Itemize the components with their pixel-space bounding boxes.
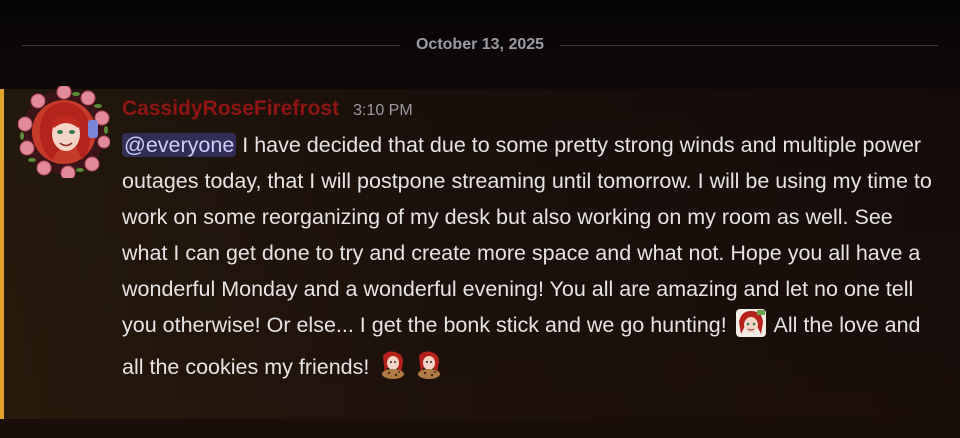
custom-face-emoji-icon[interactable]: [735, 308, 767, 349]
message-header: CassidyRoseFirefrost 3:10 PM: [122, 97, 413, 127]
custom-cookie-emoji-icon[interactable]: [377, 350, 409, 391]
custom-cookie-emoji-icon[interactable]: [413, 350, 445, 391]
message-text-part-1: I have decided that due to some pretty s…: [122, 133, 932, 337]
message-item[interactable]: CassidyRoseFirefrost 3:10 PM @everyone I…: [0, 84, 960, 419]
chat-view: October 13, 2025 CassidyRoseFirefrost 3:…: [0, 0, 960, 438]
author-username[interactable]: CassidyRoseFirefrost: [122, 97, 339, 121]
date-divider: October 13, 2025: [22, 34, 939, 56]
message-content: @everyone I have decided that due to som…: [122, 127, 942, 391]
avatar[interactable]: [17, 84, 111, 181]
divider-line-right: [560, 44, 939, 46]
everyone-mention[interactable]: @everyone: [122, 133, 237, 157]
divider-line-left: [22, 44, 400, 46]
message-timestamp[interactable]: 3:10 PM: [353, 102, 413, 120]
divider-date: October 13, 2025: [415, 36, 545, 53]
